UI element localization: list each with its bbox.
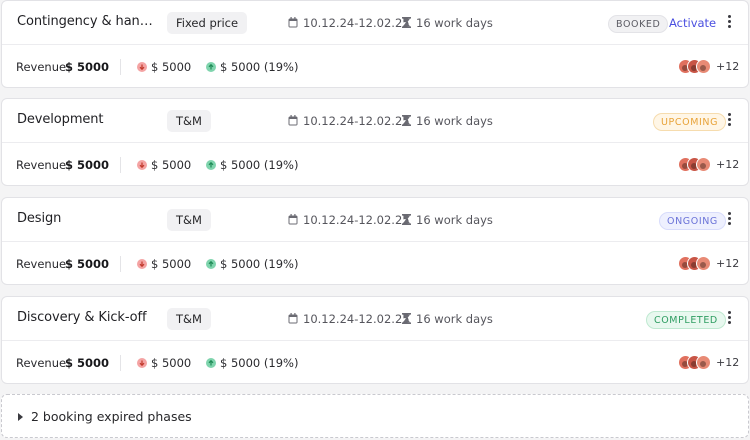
- phase-duration-text: 16 work days: [416, 213, 493, 227]
- phase-title[interactable]: Discovery & Kick-off: [17, 310, 157, 325]
- hourglass-icon: [402, 214, 411, 228]
- calendar-icon: [288, 313, 298, 327]
- phase-duration-text: 16 work days: [416, 312, 493, 326]
- pricing-badge: T&M: [167, 209, 211, 231]
- team-avatars[interactable]: [678, 355, 714, 371]
- phase-duration: 16 work days: [402, 312, 493, 327]
- phase-card-metrics: Revenue $ 5000 $ 5000 $ 5000 (19%) +12: [2, 45, 748, 89]
- revenue-value: $ 5000: [65, 257, 110, 271]
- profit-up-icon: [206, 259, 216, 269]
- phase-title[interactable]: Development: [17, 112, 157, 127]
- phase-card-header: Design T&M 10.12.24-12.02.25 16 work day…: [2, 198, 748, 242]
- cost-down-icon: [137, 62, 147, 72]
- cost-value: $ 5000: [151, 257, 192, 271]
- profit-value: $ 5000 (19%): [220, 257, 299, 271]
- phase-card-metrics: Revenue $ 5000 $ 5000 $ 5000 (19%) +12: [2, 341, 748, 385]
- extra-members-count[interactable]: +12: [716, 158, 739, 171]
- phase-card-header: Development T&M 10.12.24-12.02.25 16 wor…: [2, 99, 748, 143]
- phase-duration-text: 16 work days: [416, 114, 493, 128]
- team-avatars[interactable]: [678, 157, 714, 173]
- phase-duration-text: 16 work days: [416, 16, 493, 30]
- avatar: [696, 355, 711, 370]
- status-badge: BOOKED: [608, 15, 669, 33]
- revenue-value: $ 5000: [65, 60, 110, 74]
- phase-dates-text: 10.12.24-12.02.25: [303, 16, 410, 30]
- profit-up-icon: [206, 62, 216, 72]
- profit-value: $ 5000 (19%): [220, 356, 299, 370]
- calendar-icon: [288, 115, 298, 129]
- status-badge: ONGOING: [659, 212, 726, 230]
- status-badge: UPCOMING: [653, 113, 727, 131]
- profit-up-icon: [206, 358, 216, 368]
- team-avatars[interactable]: [678, 256, 714, 272]
- avatar: [696, 256, 711, 271]
- revenue-label: Revenue: [16, 158, 67, 172]
- activate-link[interactable]: Activate: [669, 16, 716, 30]
- expired-phases-label[interactable]: 2 booking expired phases: [31, 409, 192, 424]
- pricing-badge: T&M: [167, 110, 211, 132]
- pricing-badge: T&M: [167, 308, 211, 330]
- extra-members-count[interactable]: +12: [716, 356, 739, 369]
- expired-phases-toggle[interactable]: 2 booking expired phases: [1, 394, 749, 438]
- phase-title[interactable]: Contingency & hand-…: [17, 14, 157, 29]
- phase-title[interactable]: Design: [17, 211, 157, 226]
- kebab-menu-icon[interactable]: [722, 111, 736, 131]
- extra-members-count[interactable]: +12: [716, 257, 739, 270]
- kebab-menu-icon[interactable]: [722, 309, 736, 329]
- phase-card[interactable]: Design T&M 10.12.24-12.02.25 16 work day…: [1, 197, 749, 285]
- revenue-label: Revenue: [16, 60, 67, 74]
- caret-right-icon[interactable]: [18, 413, 23, 421]
- status-badge: COMPLETED: [646, 311, 726, 329]
- phase-card-header: Discovery & Kick-off T&M 10.12.24-12.02.…: [2, 297, 748, 341]
- phase-dates: 10.12.24-12.02.25: [288, 312, 410, 327]
- kebab-menu-icon[interactable]: [722, 210, 736, 230]
- phase-dates: 10.12.24-12.02.25: [288, 16, 410, 31]
- revenue-value: $ 5000: [65, 356, 110, 370]
- phase-card-metrics: Revenue $ 5000 $ 5000 $ 5000 (19%) +12: [2, 143, 748, 187]
- pricing-badge: Fixed price: [167, 12, 248, 34]
- phase-dates-text: 10.12.24-12.02.25: [303, 213, 410, 227]
- phase-card-header: Contingency & hand-… Fixed price 10.12.2…: [2, 1, 748, 45]
- cost-value: $ 5000: [151, 60, 192, 74]
- phase-card[interactable]: Development T&M 10.12.24-12.02.25 16 wor…: [1, 98, 749, 186]
- hourglass-icon: [402, 313, 411, 327]
- cost-down-icon: [137, 259, 147, 269]
- divider: [120, 59, 121, 75]
- phase-card[interactable]: Contingency & hand-… Fixed price 10.12.2…: [1, 0, 749, 88]
- cost-down-icon: [137, 160, 147, 170]
- divider: [120, 157, 121, 173]
- calendar-icon: [288, 214, 298, 228]
- kebab-menu-icon[interactable]: [722, 13, 736, 33]
- cost-down-icon: [137, 358, 147, 368]
- avatar: [696, 59, 711, 74]
- phase-duration: 16 work days: [402, 114, 493, 129]
- team-avatars[interactable]: [678, 59, 714, 75]
- phase-duration: 16 work days: [402, 213, 493, 228]
- profit-value: $ 5000 (19%): [220, 158, 299, 172]
- phase-dates: 10.12.24-12.02.25: [288, 213, 410, 228]
- cost-value: $ 5000: [151, 356, 192, 370]
- hourglass-icon: [402, 115, 411, 129]
- calendar-icon: [288, 17, 298, 31]
- profit-value: $ 5000 (19%): [220, 60, 299, 74]
- extra-members-count[interactable]: +12: [716, 60, 739, 73]
- phase-dates: 10.12.24-12.02.25: [288, 114, 410, 129]
- phase-dates-text: 10.12.24-12.02.25: [303, 114, 410, 128]
- hourglass-icon: [402, 17, 411, 31]
- cost-value: $ 5000: [151, 158, 192, 172]
- phase-card[interactable]: Discovery & Kick-off T&M 10.12.24-12.02.…: [1, 296, 749, 384]
- divider: [120, 355, 121, 371]
- revenue-label: Revenue: [16, 356, 67, 370]
- phase-duration: 16 work days: [402, 16, 493, 31]
- phase-dates-text: 10.12.24-12.02.25: [303, 312, 410, 326]
- phase-card-metrics: Revenue $ 5000 $ 5000 $ 5000 (19%) +12: [2, 242, 748, 286]
- divider: [120, 256, 121, 272]
- revenue-value: $ 5000: [65, 158, 110, 172]
- revenue-label: Revenue: [16, 257, 67, 271]
- avatar: [696, 157, 711, 172]
- profit-up-icon: [206, 160, 216, 170]
